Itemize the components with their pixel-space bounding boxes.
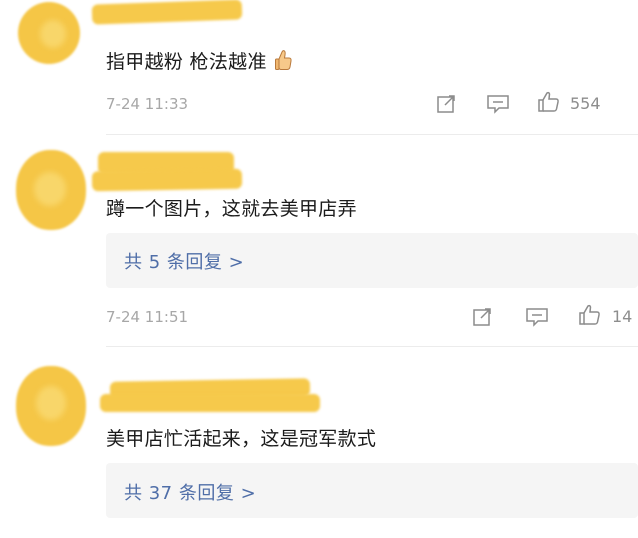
- reply-summary-link[interactable]: 共 37 条回复 >: [124, 479, 256, 505]
- share-icon[interactable]: [434, 93, 460, 115]
- like-count: 554: [570, 94, 601, 113]
- reply-summary-link[interactable]: 共 5 条回复 >: [124, 248, 244, 274]
- timestamp: 7-24 11:51: [106, 308, 189, 326]
- username-redaction: [100, 394, 320, 412]
- timestamp: 7-24 11:33: [106, 95, 189, 113]
- divider: [106, 346, 638, 347]
- comment-text: 美甲店忙活起来，这是冠军款式: [106, 428, 377, 450]
- thumbs-up-icon: [275, 49, 293, 76]
- like-icon[interactable]: [536, 91, 562, 113]
- comment-icon[interactable]: [485, 93, 511, 115]
- avatar-highlight: [36, 386, 66, 420]
- username-redaction: [91, 0, 243, 25]
- comment-text: 指甲越粉 枪法越准: [106, 47, 293, 76]
- username-redaction: [91, 168, 243, 192]
- comment-text: 蹲一个图片，这就去美甲店弄: [106, 198, 357, 220]
- avatar-highlight: [40, 20, 66, 48]
- like-icon[interactable]: [577, 304, 603, 326]
- comment-icon[interactable]: [524, 306, 550, 328]
- reply-summary-box[interactable]: 共 5 条回复 >: [106, 233, 638, 288]
- like-count: 14: [612, 307, 633, 326]
- share-icon[interactable]: [470, 306, 496, 328]
- divider: [106, 134, 638, 135]
- avatar-highlight: [34, 172, 66, 206]
- reply-summary-box[interactable]: 共 37 条回复 >: [106, 463, 638, 518]
